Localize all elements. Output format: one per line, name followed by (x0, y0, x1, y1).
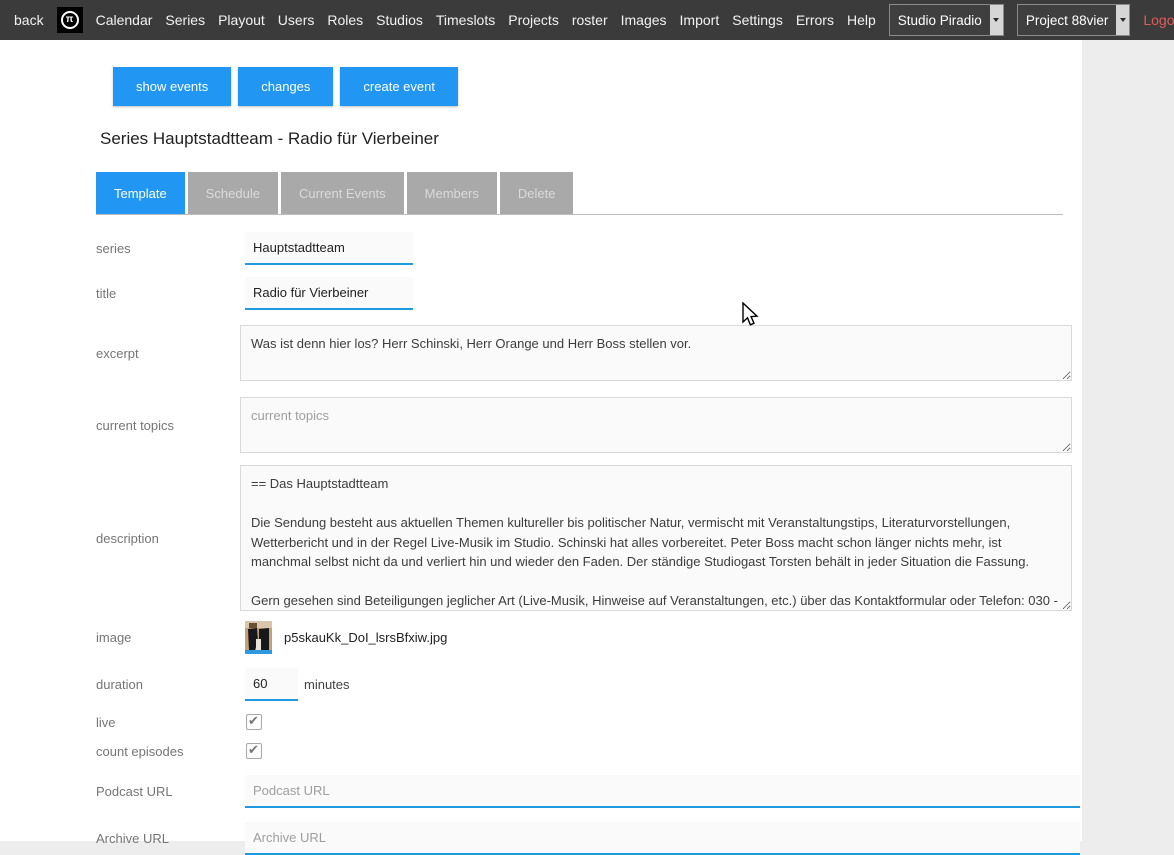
project-select-value: Project 88vier (1018, 5, 1117, 35)
project-select[interactable]: Project 88vier (1017, 4, 1131, 36)
tab-members[interactable]: Members (407, 172, 497, 214)
podcast-url-label: Podcast URL (96, 784, 240, 799)
nav-item-roster[interactable]: roster (572, 12, 608, 28)
nav-item-help[interactable]: Help (847, 12, 876, 28)
series-image-thumbnail[interactable] (245, 621, 272, 654)
nav-item-playout[interactable]: Playout (218, 12, 265, 28)
studio-select[interactable]: Studio Piradio (889, 4, 1004, 36)
nav-item-users[interactable]: Users (278, 12, 315, 28)
nav-item-settings[interactable]: Settings (732, 12, 783, 28)
tab-template[interactable]: Template (96, 172, 185, 214)
tab-schedule[interactable]: Schedule (188, 172, 278, 214)
main-content-panel: show events changes create event Series … (0, 40, 1082, 841)
current-topics-label: current topics (96, 418, 240, 433)
description-textarea[interactable]: == Das Hauptstadtteam Die Sendung besteh… (240, 465, 1072, 611)
current-topics-row: current topics (96, 397, 1082, 453)
title-row: title (96, 277, 1082, 310)
series-input[interactable] (245, 232, 413, 265)
nav-item-images[interactable]: Images (621, 12, 667, 28)
duration-input[interactable] (245, 668, 298, 701)
podcast-url-input[interactable] (245, 775, 1080, 808)
current-topics-textarea[interactable] (240, 397, 1072, 453)
description-row: description == Das Hauptstadtteam Die Se… (96, 465, 1082, 611)
changes-button[interactable]: changes (238, 67, 333, 106)
page-title: Series Hauptstadtteam - Radio für Vierbe… (100, 129, 1082, 149)
duration-label: duration (96, 677, 240, 692)
image-row: image p5skauKk_DoI_lsrsBfxiw.jpg (96, 621, 1082, 654)
studio-select-arrow-button[interactable] (990, 5, 1003, 35)
nav-item-roles[interactable]: Roles (327, 12, 363, 28)
tab-bar: Template Schedule Current Events Members… (96, 172, 1063, 215)
series-label: series (96, 241, 240, 256)
create-event-button[interactable]: create event (340, 67, 458, 106)
nav-item-calendar[interactable]: Calendar (96, 12, 153, 28)
piradio-logo[interactable]: π (57, 7, 83, 33)
image-filename-link[interactable]: p5skauKk_DoI_lsrsBfxiw.jpg (284, 630, 447, 645)
duration-row: duration minutes (96, 668, 1082, 701)
duration-unit-label: minutes (304, 677, 350, 692)
live-label: live (96, 715, 240, 730)
live-checkbox[interactable] (246, 714, 262, 730)
show-events-button[interactable]: show events (113, 67, 231, 106)
nav-item-series[interactable]: Series (165, 12, 205, 28)
project-select-arrow-button[interactable] (1116, 5, 1129, 35)
description-label: description (96, 531, 240, 546)
archive-url-input[interactable] (245, 822, 1080, 855)
nav-item-errors[interactable]: Errors (796, 12, 834, 28)
image-label: image (96, 630, 240, 645)
chevron-down-icon (993, 18, 999, 22)
count-episodes-row: count episodes (96, 743, 1082, 759)
title-input[interactable] (245, 277, 413, 310)
excerpt-label: excerpt (96, 346, 240, 361)
tab-current-events[interactable]: Current Events (281, 172, 404, 214)
nav-item-studios[interactable]: Studios (376, 12, 423, 28)
top-navigation-bar: back π Calendar Series Playout Users Rol… (0, 0, 1174, 40)
count-episodes-label: count episodes (96, 744, 240, 759)
count-episodes-checkbox[interactable] (246, 743, 262, 759)
pi-circle-icon: π (61, 11, 79, 29)
archive-url-label: Archive URL (96, 831, 240, 846)
nav-back-link[interactable]: back (14, 12, 44, 28)
nav-item-import[interactable]: Import (680, 12, 720, 28)
logout-link[interactable]: Logout (1143, 12, 1174, 28)
tab-delete[interactable]: Delete (500, 172, 574, 214)
title-label: title (96, 286, 240, 301)
studio-select-value: Studio Piradio (890, 5, 990, 35)
excerpt-row: excerpt Was ist denn hier los? Herr Schi… (96, 325, 1082, 381)
nav-item-timeslots[interactable]: Timeslots (436, 12, 495, 28)
chevron-down-icon (1120, 18, 1126, 22)
excerpt-textarea[interactable]: Was ist denn hier los? Herr Schinski, He… (240, 325, 1072, 381)
podcast-url-row: Podcast URL (96, 775, 1082, 808)
series-row: series (96, 232, 1082, 265)
live-row: live (96, 714, 1082, 730)
nav-item-projects[interactable]: Projects (508, 12, 559, 28)
action-button-row: show events changes create event (113, 67, 1082, 106)
archive-url-row: Archive URL (96, 822, 1082, 855)
